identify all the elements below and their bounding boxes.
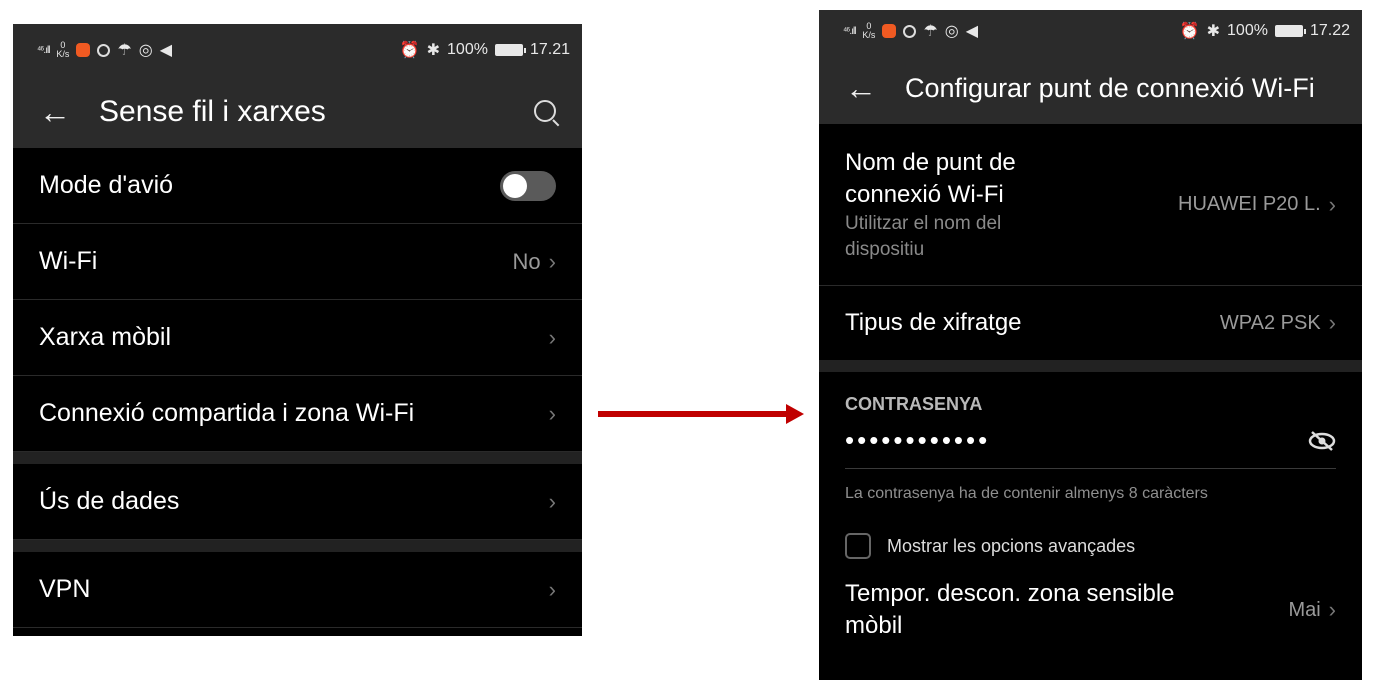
alarm-icon: ⏰ bbox=[1179, 23, 1200, 40]
app-bar: ← Configurar punt de connexió Wi-Fi bbox=[819, 52, 1362, 124]
setting-label: Connexió compartida i zona Wi-Fi bbox=[39, 399, 415, 427]
password-dots: •••••••••••• bbox=[845, 425, 991, 455]
section-divider bbox=[13, 540, 582, 552]
setting-label: Tempor. descon. zona sensible bbox=[845, 580, 1175, 607]
setting-subtitle: dispositiu bbox=[845, 238, 925, 260]
checkbox-label: Mostrar les opcions avançades bbox=[887, 535, 1136, 556]
section-divider bbox=[13, 452, 582, 464]
battery-icon bbox=[1274, 25, 1306, 37]
setting-label: Wi-Fi bbox=[39, 247, 98, 275]
setting-label: Xarxa mòbil bbox=[39, 323, 171, 351]
setting-label: mòbil bbox=[845, 612, 903, 639]
notification-circle-icon bbox=[97, 43, 111, 57]
timeout-value: Mai bbox=[1288, 598, 1321, 621]
status-bar: ⁴⁶.ıll 0 K/s ☂ ◎ ◀ ⏰ ✱ 100% 17.21 bbox=[13, 24, 582, 76]
clock: 17.21 bbox=[529, 41, 570, 58]
setting-tethering-hotspot[interactable]: Connexió compartida i zona Wi-Fi › bbox=[13, 376, 582, 452]
setting-label: Nom de punt de bbox=[845, 148, 1016, 176]
chevron-right-icon: › bbox=[548, 488, 556, 514]
chevron-right-icon: › bbox=[548, 400, 556, 426]
setting-airplane-mode[interactable]: Mode d'avió bbox=[13, 148, 582, 224]
advanced-options-checkbox-row[interactable]: Mostrar les opcions avançades bbox=[819, 503, 1362, 559]
eye-off-icon[interactable] bbox=[1308, 430, 1336, 452]
network-speed: 0 K/s bbox=[862, 21, 876, 40]
chevron-right-icon: › bbox=[548, 324, 556, 350]
page-title: Configurar punt de connexió Wi-Fi bbox=[905, 72, 1315, 103]
password-hint: La contrasenya ha de contenir almenys 8 … bbox=[845, 485, 1208, 502]
phone-screen-wireless-networks: ⁴⁶.ıll 0 K/s ☂ ◎ ◀ ⏰ ✱ 100% 17.21 ← Sense… bbox=[13, 24, 582, 636]
back-arrow-icon[interactable]: ← bbox=[39, 94, 99, 131]
chevron-right-icon: › bbox=[1328, 191, 1336, 217]
search-icon[interactable] bbox=[534, 100, 560, 127]
airplane-mode-toggle[interactable] bbox=[500, 170, 556, 201]
password-header: CONTRASENYA bbox=[845, 394, 983, 414]
phone-screen-hotspot-config: ⁴⁶.ıll 0 K/s ☂ ◎ ◀ ⏰ ✱ 100% 17.22 ← Confi… bbox=[819, 10, 1362, 680]
notification-app-icon bbox=[882, 24, 897, 38]
setting-label: connexió Wi-Fi bbox=[845, 180, 1004, 208]
status-bar: ⁴⁶.ıll 0 K/s ☂ ◎ ◀ ⏰ ✱ 100% 17.22 bbox=[819, 10, 1362, 52]
flow-arrow bbox=[598, 404, 804, 424]
back-arrow-icon[interactable]: ← bbox=[845, 70, 905, 107]
setting-label: Mode d'avió bbox=[39, 171, 174, 199]
setting-subtitle: Utilitzar el nom del bbox=[845, 212, 1002, 234]
setting-hotspot-name[interactable]: Nom de punt de connexió Wi-Fi Utilitzar … bbox=[819, 124, 1362, 286]
battery-percent: 100% bbox=[447, 41, 488, 58]
notification-app-icon-2: ☂ bbox=[117, 42, 132, 59]
setting-encryption-type[interactable]: Tipus de xifratge WPA2 PSK › bbox=[819, 286, 1362, 360]
setting-label: Ús de dades bbox=[39, 487, 180, 515]
bluetooth-icon: ✱ bbox=[426, 42, 441, 59]
setting-mobile-network[interactable]: Xarxa mòbil › bbox=[13, 300, 582, 376]
chevron-right-icon: › bbox=[548, 576, 556, 602]
chevron-right-icon: › bbox=[548, 248, 556, 274]
notification-app-icon bbox=[76, 43, 91, 57]
section-divider bbox=[819, 360, 1362, 372]
battery-percent: 100% bbox=[1227, 22, 1268, 39]
page-title: Sense fil i xarxes bbox=[99, 95, 326, 128]
alarm-icon: ⏰ bbox=[399, 42, 420, 59]
encryption-value: WPA2 PSK bbox=[1219, 311, 1321, 334]
setting-wifi[interactable]: Wi-Fi No › bbox=[13, 224, 582, 300]
battery-icon bbox=[494, 44, 526, 56]
notification-circle-icon bbox=[903, 24, 917, 38]
hotspot-settings: Nom de punt de connexió Wi-Fi Utilitzar … bbox=[819, 124, 1362, 647]
setting-label: Tipus de xifratge bbox=[845, 309, 1022, 336]
setting-data-usage[interactable]: Ús de dades › bbox=[13, 464, 582, 540]
hotspot-name-value: HUAWEI P20 L. bbox=[1178, 193, 1321, 215]
chevron-right-icon: › bbox=[1328, 597, 1336, 622]
clock: 17.22 bbox=[1309, 22, 1350, 39]
settings-list: Mode d'avió Wi-Fi No › Xarxa mòbil › Conn… bbox=[13, 148, 582, 628]
wifi-status: No bbox=[512, 248, 541, 274]
network-speed: 0 K/s bbox=[56, 40, 70, 59]
setting-label: VPN bbox=[39, 575, 91, 603]
bluetooth-icon: ✱ bbox=[1206, 23, 1221, 40]
password-field[interactable]: •••••••••••• bbox=[845, 425, 1336, 469]
signal-icon: ⁴⁶.ıll bbox=[37, 44, 50, 56]
instagram-icon: ◎ bbox=[944, 23, 959, 40]
notification-app-icon-2: ☂ bbox=[923, 23, 938, 40]
setting-hotspot-timeout[interactable]: Tempor. descon. zona sensible mòbil Mai › bbox=[819, 573, 1362, 647]
setting-vpn[interactable]: VPN › bbox=[13, 552, 582, 628]
instagram-icon: ◎ bbox=[138, 42, 153, 59]
app-bar: ← Sense fil i xarxes bbox=[13, 76, 582, 148]
telegram-icon: ◀ bbox=[965, 23, 979, 40]
telegram-icon: ◀ bbox=[159, 42, 173, 59]
advanced-options-checkbox[interactable] bbox=[845, 533, 871, 559]
signal-icon: ⁴⁶.ıll bbox=[843, 25, 856, 37]
chevron-right-icon: › bbox=[1328, 310, 1336, 335]
